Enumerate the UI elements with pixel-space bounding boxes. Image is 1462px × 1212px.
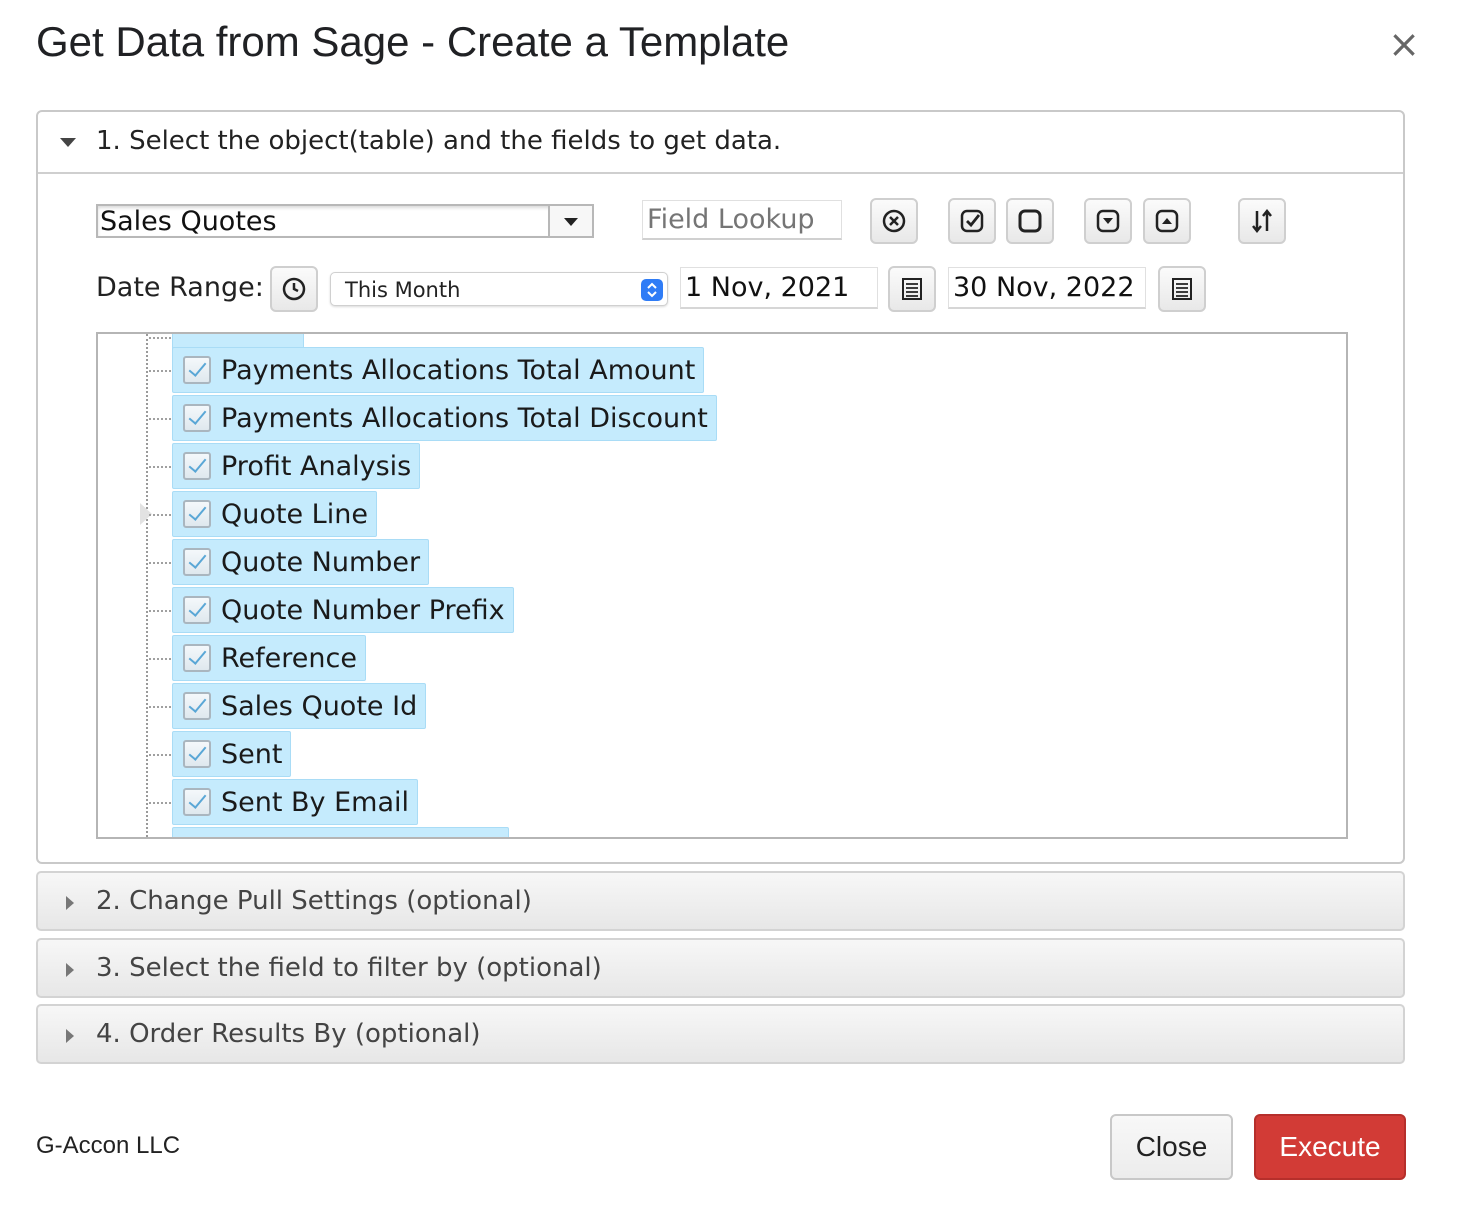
tree-item[interactable]: Quote Line [149,491,377,537]
date-range-preset-select[interactable]: This Month [330,272,668,306]
tree-item[interactable]: Payments Allocations Total Discount [149,395,717,441]
tree-item-label: Payments Allocations Total Amount [221,354,696,386]
check-all-button[interactable] [948,198,996,244]
dropdown-arrow-icon[interactable] [548,206,592,236]
date-range-label: Date Range: [96,272,264,303]
select-stepper-icon [641,279,663,301]
tree-item[interactable]: Quote Number Prefix [149,587,514,633]
date-from-input[interactable]: 1 Nov, 2021 [680,267,878,309]
tree-item-label: Sent By Email [221,786,410,818]
calendar-icon [1172,278,1192,300]
tree-item-label: Sales Quote Id [221,690,418,722]
calendar-icon [902,278,922,300]
expand-all-icon [1096,209,1120,233]
tree-item-label: Payments Allocations Total Discount [221,402,708,434]
checkbox-checked-icon[interactable] [183,692,211,720]
section-2-label: 2. Change Pull Settings (optional) [96,886,532,916]
tree-item-label: Quote Line [221,498,368,530]
tree-item[interactable]: Sent By Email [149,779,419,825]
checkbox-checked-icon[interactable] [183,452,211,480]
checkbox-checked-icon[interactable] [183,644,211,672]
close-icon[interactable]: × [1384,24,1424,64]
field-tree[interactable]: Payments Allocations Total Amount Paymen… [96,332,1348,839]
tree-item[interactable]: Quote Number [149,539,430,585]
date-from-calendar-button[interactable] [888,266,936,312]
checkbox-checked-icon[interactable] [183,356,211,384]
tree-item-label: Reference [221,642,357,674]
tree-item-partial-bottom[interactable] [172,827,509,837]
object-select-value: Sales Quotes [100,206,277,237]
expand-all-button[interactable] [1084,198,1132,244]
dialog-title: Get Data from Sage - Create a Template [36,18,790,65]
checkbox-checked-icon[interactable] [183,500,211,528]
section-3-label: 3. Select the field to filter by (option… [96,953,602,983]
expand-triangle-icon [66,1029,74,1043]
object-select[interactable]: Sales Quotes [96,204,594,238]
section-1-header[interactable]: 1. Select the object(table) and the fiel… [38,112,1403,174]
date-to-calendar-button[interactable] [1158,266,1206,312]
date-to-input[interactable]: 30 Nov, 2022 [948,267,1146,309]
checkbox-checked-icon[interactable] [183,740,211,768]
uncheck-all-icon [1018,209,1042,233]
clear-selection-button[interactable] [870,198,918,244]
checkbox-checked-icon[interactable] [183,404,211,432]
section-filter-field[interactable]: 3. Select the field to filter by (option… [36,938,1405,998]
tree-item-label: Sent [221,738,283,770]
tree-guide-line [146,334,148,837]
tree-item[interactable]: Profit Analysis [149,443,421,489]
date-range-clock-button[interactable] [270,266,318,312]
date-range-preset-value: This Month [345,278,461,302]
section-order-results[interactable]: 4. Order Results By (optional) [36,1004,1405,1064]
sort-button[interactable] [1238,198,1286,244]
uncheck-all-button[interactable] [1006,198,1054,244]
tree-item[interactable]: Reference [149,635,366,681]
collapse-triangle-icon [60,138,76,147]
sort-icon [1252,208,1272,234]
expand-triangle-icon [66,963,74,977]
tree-item-label: Quote Number Prefix [221,594,505,626]
tree-item-label: Quote Number [221,546,421,578]
checkbox-checked-icon[interactable] [183,596,211,624]
clear-circle-icon [882,209,906,233]
clock-icon [282,277,306,301]
tree-item[interactable]: Sent [149,731,292,777]
field-lookup-input[interactable] [642,200,842,240]
collapse-all-button[interactable] [1143,198,1191,244]
tree-item[interactable]: Payments Allocations Total Amount [149,347,705,393]
checkbox-checked-icon[interactable] [183,788,211,816]
tree-item-label: Profit Analysis [221,450,412,482]
expand-triangle-icon [66,896,74,910]
check-all-icon [960,209,984,233]
section-1-label: 1. Select the object(table) and the fiel… [96,126,782,156]
section-4-label: 4. Order Results By (optional) [96,1019,481,1049]
execute-button[interactable]: Execute [1254,1114,1406,1180]
company-name: G-Accon LLC [36,1132,181,1159]
tree-item[interactable]: Sales Quote Id [149,683,427,729]
section-select-object: 1. Select the object(table) and the fiel… [36,110,1405,864]
section-pull-settings[interactable]: 2. Change Pull Settings (optional) [36,871,1405,931]
checkbox-checked-icon[interactable] [183,548,211,576]
collapse-all-icon [1155,209,1179,233]
close-button[interactable]: Close [1110,1114,1233,1180]
